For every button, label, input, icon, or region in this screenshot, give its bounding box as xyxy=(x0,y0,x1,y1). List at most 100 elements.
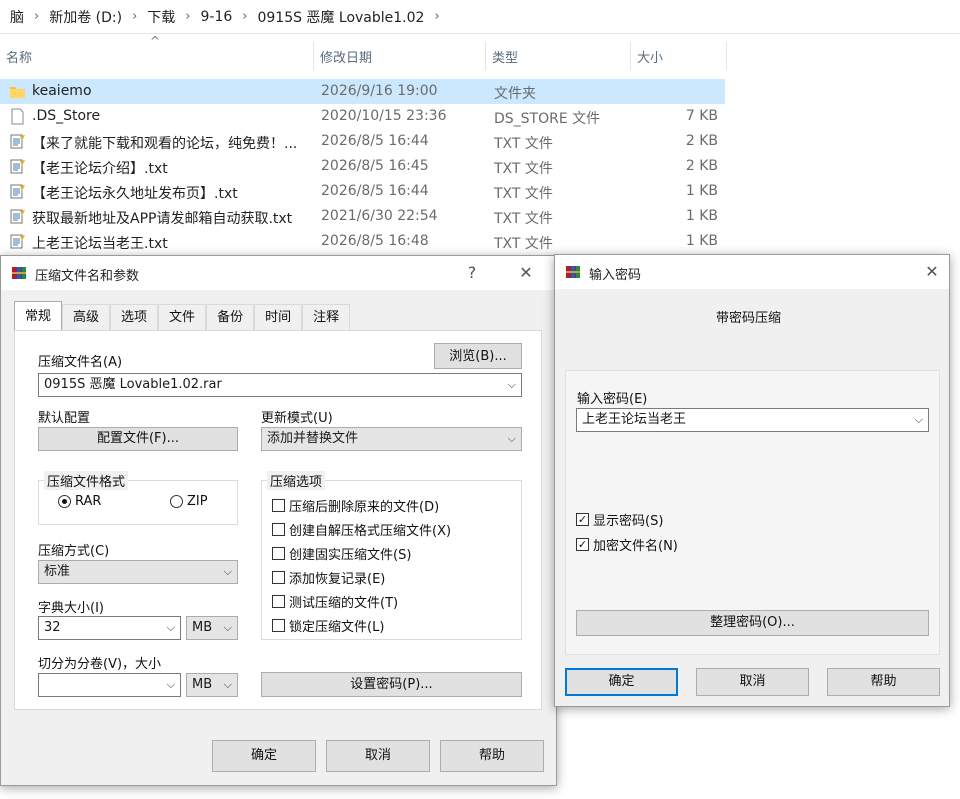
chevron-down-icon: ⌵ xyxy=(914,413,923,426)
tab-files[interactable]: 文件 xyxy=(158,304,207,331)
format-rar-label: RAR xyxy=(75,494,102,509)
split-volume-select[interactable]: ⌵ xyxy=(38,673,181,697)
password-heading: 带密码压缩 xyxy=(716,311,782,326)
method-select[interactable]: 标准 ⌵ xyxy=(38,560,238,584)
text-file-icon xyxy=(10,234,25,249)
breadcrumb-item[interactable]: 新加卷 (D:) xyxy=(43,7,128,27)
file-size: 2 KB xyxy=(685,158,718,174)
radio-unselected-icon xyxy=(170,495,183,508)
file-row[interactable]: .DS_Store 2020/10/15 23:36 DS_STORE 文件 7 KB xyxy=(0,104,725,129)
file-date: 2021/6/30 22:54 xyxy=(321,208,438,224)
file-type: 文件夹 xyxy=(494,86,536,102)
show-password-checkbox[interactable]: ✓ 显示密码(S) xyxy=(576,510,663,529)
breadcrumb-item[interactable]: 下载 xyxy=(141,7,181,27)
file-date: 2026/8/5 16:44 xyxy=(321,183,429,199)
archive-option-label: 创建固实压缩文件(S) xyxy=(289,548,412,563)
file-name: 【老王论坛永久地址发布页】.txt xyxy=(32,186,238,202)
tab-general[interactable]: 常规 xyxy=(14,301,63,331)
archive-option-label: 压缩后删除原来的文件(D) xyxy=(289,500,440,515)
tab-advanced[interactable]: 高级 xyxy=(62,304,111,331)
update-mode-value: 添加并替换文件 xyxy=(267,431,359,446)
file-size: 1 KB xyxy=(685,233,718,249)
file-row[interactable]: 获取最新地址及APP请发邮箱自动获取.txt 2021/6/30 22:54 TXT… xyxy=(0,204,725,229)
radio-selected-icon xyxy=(58,495,71,508)
archive-option-checkbox[interactable]: 创建自解压格式压缩文件(X) xyxy=(272,520,451,539)
encrypt-filenames-checkbox[interactable]: ✓ 加密文件名(N) xyxy=(576,535,678,554)
password-label: 输入密码(E) xyxy=(577,392,648,407)
chevron-down-icon: ⌵ xyxy=(223,678,232,691)
split-unit-select[interactable]: MB ⌵ xyxy=(186,673,238,697)
tab-options[interactable]: 选项 xyxy=(110,304,159,331)
password-cancel-button[interactable]: 取消 xyxy=(696,668,809,696)
update-mode-select[interactable]: 添加并替换文件 ⌵ xyxy=(261,427,522,451)
archive-name-combo[interactable]: 0915S 恶魔 Lovable1.02.rar ⌵ xyxy=(38,373,522,397)
dictionary-unit-select[interactable]: MB ⌵ xyxy=(186,616,238,640)
organize-passwords-button[interactable]: 整理密码(O)... xyxy=(576,610,929,636)
chevron-right-icon: › xyxy=(434,9,440,24)
chevron-down-icon: ⌵ xyxy=(223,621,232,634)
chevron-right-icon: › xyxy=(242,9,248,24)
file-size: 2 KB xyxy=(685,133,718,149)
archive-option-checkbox[interactable]: 添加恢复记录(E) xyxy=(272,568,385,587)
file-name: .DS_Store xyxy=(32,108,101,124)
dictionary-size-label: 字典大小(I) xyxy=(38,601,104,616)
help-button[interactable]: 帮助 xyxy=(440,740,544,772)
format-zip-radio[interactable]: ZIP xyxy=(170,494,208,509)
browse-button[interactable]: 浏览(B)... xyxy=(434,343,522,369)
format-rar-radio[interactable]: RAR xyxy=(58,494,101,509)
column-header-type[interactable]: 类型 xyxy=(486,42,631,70)
file-type: TXT 文件 xyxy=(494,161,553,177)
close-icon[interactable]: ✕ xyxy=(515,262,537,284)
close-icon[interactable]: ✕ xyxy=(921,261,943,283)
default-profile-label: 默认配置 xyxy=(38,411,91,426)
archive-option-checkbox[interactable]: 锁定压缩文件(L) xyxy=(272,616,384,635)
profiles-button[interactable]: 配置文件(F)... xyxy=(38,427,238,451)
file-row[interactable]: 上老王论坛当老王.txt 2026/8/5 16:48 TXT 文件 1 KB xyxy=(0,229,725,254)
archive-name-value: 0915S 恶魔 Lovable1.02.rar xyxy=(44,377,222,392)
password-input[interactable]: 上老王论坛当老王 ⌵ xyxy=(576,408,929,432)
dictionary-unit-value: MB xyxy=(192,620,213,635)
archive-option-checkbox[interactable]: 创建固实压缩文件(S) xyxy=(272,544,411,563)
text-file-icon xyxy=(10,134,25,149)
file-size: 7 KB xyxy=(685,108,718,124)
help-icon[interactable]: ? xyxy=(461,262,483,284)
breadcrumb-item[interactable]: 0915S 恶魔 Lovable1.02 xyxy=(251,7,430,27)
column-header-date[interactable]: 修改日期 xyxy=(314,42,486,70)
file-type: TXT 文件 xyxy=(494,136,553,152)
dialog-title: 压缩文件名和参数 xyxy=(35,269,140,284)
format-zip-label: ZIP xyxy=(187,494,208,509)
tab-time[interactable]: 时间 xyxy=(254,304,303,331)
winrar-icon xyxy=(566,266,580,278)
chevron-down-icon: ⌵ xyxy=(166,678,175,691)
column-header-name[interactable]: 名称 xyxy=(0,42,314,70)
tab-bar: 常规 高级 选项 文件 备份 时间 注释 xyxy=(14,301,351,331)
encrypt-filenames-label: 加密文件名(N) xyxy=(593,539,678,554)
file-row[interactable]: 【老王论坛介绍】.txt 2026/8/5 16:45 TXT 文件 2 KB xyxy=(0,154,725,179)
breadcrumb-item[interactable]: 9-16 xyxy=(194,9,238,25)
file-name: 【老王论坛介绍】.txt xyxy=(32,161,168,177)
file-row[interactable]: 【来了就能下载和观看的论坛，纯免费！... 2026/8/5 16:44 TXT 文… xyxy=(0,129,725,154)
file-row[interactable]: keaiemo 2026/9/16 19:00 文件夹 xyxy=(0,79,725,104)
breadcrumb-item[interactable]: 脑 xyxy=(4,7,30,27)
file-type: TXT 文件 xyxy=(494,186,553,202)
archive-option-checkbox[interactable]: 压缩后删除原来的文件(D) xyxy=(272,496,439,515)
column-header-size[interactable]: 大小 xyxy=(631,42,727,70)
archive-option-checkbox[interactable]: 测试压缩的文件(T) xyxy=(272,592,398,611)
split-unit-value: MB xyxy=(192,677,213,692)
checkbox-icon xyxy=(272,595,285,608)
dictionary-size-select[interactable]: 32 ⌵ xyxy=(38,616,181,640)
password-ok-button[interactable]: 确定 xyxy=(565,668,678,696)
dictionary-size-value: 32 xyxy=(44,620,61,635)
folder-icon xyxy=(10,87,25,98)
checkmark-icon: ✓ xyxy=(576,513,589,526)
tab-comment[interactable]: 注释 xyxy=(302,304,351,331)
password-help-button[interactable]: 帮助 xyxy=(827,668,940,696)
tab-backup[interactable]: 备份 xyxy=(206,304,255,331)
checkbox-icon xyxy=(272,619,285,632)
ok-button[interactable]: 确定 xyxy=(212,740,316,772)
cancel-button[interactable]: 取消 xyxy=(326,740,430,772)
file-row[interactable]: 【老王论坛永久地址发布页】.txt 2026/8/5 16:44 TXT 文件 1 K… xyxy=(0,179,725,204)
set-password-button[interactable]: 设置密码(P)... xyxy=(261,672,522,697)
file-size: 1 KB xyxy=(685,183,718,199)
checkbox-icon xyxy=(272,547,285,560)
